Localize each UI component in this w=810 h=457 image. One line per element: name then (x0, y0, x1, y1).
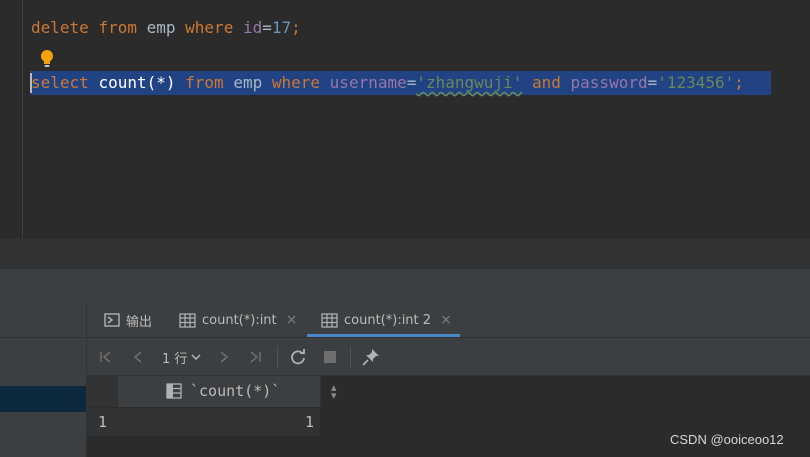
close-icon[interactable]: × (440, 312, 452, 328)
column-header-content: `count(*)` (166, 382, 280, 400)
chevron-down-icon (191, 354, 201, 360)
refresh-icon[interactable] (289, 347, 307, 367)
table-icon (179, 312, 196, 328)
keyword-from: from (185, 73, 224, 92)
number-literal: 17 (271, 18, 292, 37)
tab-count-int-2[interactable]: count(*):int 2 × (321, 303, 452, 337)
table-name: emp (233, 73, 263, 92)
keyword-and: and (531, 73, 561, 92)
stop-icon[interactable] (323, 347, 337, 367)
prev-page-icon[interactable] (132, 347, 144, 367)
services-toolwindow-header[interactable] (0, 268, 810, 304)
pin-icon[interactable] (362, 347, 380, 367)
string-literal-username: 'zhangwuji' (416, 73, 523, 92)
text-caret (30, 73, 32, 93)
row-number-header (87, 376, 118, 407)
function-count: count(*) (98, 73, 176, 92)
next-page-icon[interactable] (218, 347, 230, 367)
column-header-label: `count(*)` (190, 382, 281, 400)
tree-divider (0, 337, 86, 338)
table-icon (321, 312, 338, 328)
column-id: id (242, 18, 263, 37)
editor-status-strip (0, 238, 810, 269)
sort-icon[interactable]: ▴ ▾ (331, 382, 337, 401)
tab-label: 输出 (126, 314, 153, 330)
rows-per-page-label: 1 行 (162, 351, 188, 367)
sql-editor[interactable]: delete from emp where id=17; select coun… (0, 0, 810, 238)
tree-selected-item[interactable] (0, 386, 86, 412)
keyword-from: from (98, 18, 137, 37)
operator-equals: = (406, 73, 417, 92)
string-literal-password: '123456' (657, 73, 735, 92)
column-username: username (329, 73, 407, 92)
semicolon: ; (291, 18, 301, 37)
close-icon[interactable]: × (286, 312, 298, 328)
tab-output[interactable]: 输出 (104, 303, 152, 337)
services-tree[interactable] (0, 303, 87, 457)
code-line-2[interactable]: select count(*) from emp where username=… (31, 72, 744, 94)
code-line-1[interactable]: delete from emp where id=17; (31, 17, 301, 39)
rows-per-page-dropdown[interactable]: 1 行 (162, 347, 201, 367)
watermark: CSDN @ooiceoo12 (670, 432, 784, 447)
operator-equals: = (262, 18, 272, 37)
keyword-where: where (185, 18, 234, 37)
semicolon: ; (734, 73, 744, 92)
keyword-select: select (31, 73, 89, 92)
operator-equals: = (647, 73, 658, 92)
tab-label: count(*):int (202, 312, 277, 328)
keyword-delete: delete (31, 18, 89, 37)
tab-count-int[interactable]: count(*):int × (179, 303, 297, 337)
keyword-where: where (271, 73, 321, 92)
gutter-divider (22, 0, 23, 238)
column-header-count[interactable]: `count(*)` ▴ ▾ (118, 376, 337, 407)
toolbar-separator (277, 346, 278, 368)
grid-cell[interactable]: 1 (118, 408, 320, 436)
row-number[interactable]: 1 (87, 408, 118, 436)
column-password: password (570, 73, 648, 92)
active-tab-indicator (307, 334, 460, 337)
column-icon (166, 383, 182, 399)
toolbar-separator (350, 346, 351, 368)
console-icon (104, 312, 120, 328)
result-tabs: 输出 count(*):int × count(*):int 2 × (87, 303, 810, 338)
first-page-icon[interactable] (99, 347, 113, 367)
table-name: emp (146, 18, 176, 37)
last-page-icon[interactable] (248, 347, 262, 367)
lightbulb-icon[interactable] (39, 49, 55, 69)
tab-label: count(*):int 2 (344, 312, 432, 328)
result-toolbar: 1 行 (87, 338, 810, 376)
